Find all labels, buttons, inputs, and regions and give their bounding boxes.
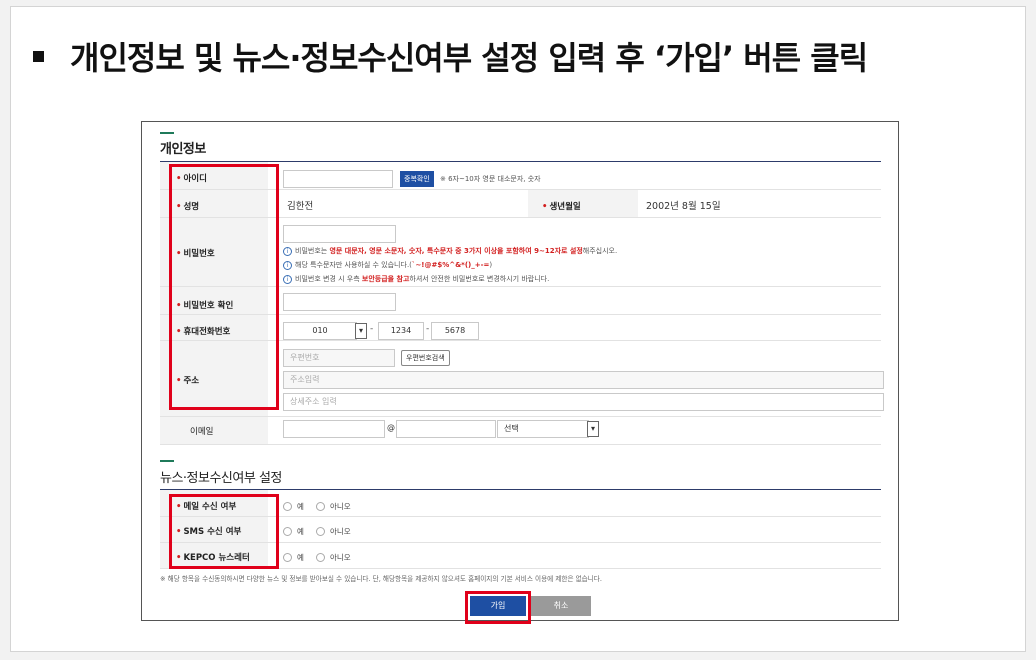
chevron-down-icon[interactable]: ▾ xyxy=(355,323,367,339)
radio-icon xyxy=(316,553,325,562)
phone-last-input[interactable]: 5678 xyxy=(431,322,479,340)
email-at: @ xyxy=(387,423,395,432)
email-domain-select[interactable]: 선택 xyxy=(497,420,589,438)
personal-section-title: 개인정보 xyxy=(160,142,206,157)
news-section-title: 뉴스·정보수신여부 설정 xyxy=(160,471,282,486)
cancel-button[interactable]: 취소 xyxy=(531,596,591,616)
info-icon: i xyxy=(283,246,292,256)
section-divider xyxy=(160,161,881,162)
zipcode-input[interactable]: 우편번호 xyxy=(283,349,395,367)
address-detail-input[interactable]: 상세주소 입력 xyxy=(283,393,884,411)
newsletter-no-radio[interactable]: 아니오 xyxy=(316,552,351,563)
id-hint: ※ 6자~10자 영문 대소문자, 숫자 xyxy=(440,175,541,183)
highlight-news-fields xyxy=(169,494,279,569)
slide: 개인정보 및 뉴스·정보수신여부 설정 입력 후 ‘가입’ 버튼 클릭 개인정보… xyxy=(10,6,1026,652)
password-note-2: i 해당 특수문자만 사용하실 수 있습니다.(`~!@#$%^&*()_+-=) xyxy=(283,260,492,270)
zipcode-search-button[interactable]: 우편번호검색 xyxy=(401,350,450,366)
password-input[interactable] xyxy=(283,225,396,243)
highlight-submit-button xyxy=(465,591,531,624)
radio-icon xyxy=(283,502,292,511)
id-input[interactable] xyxy=(283,170,393,188)
info-icon: i xyxy=(283,260,292,270)
password-note-1: i 비밀번호는 영문 대문자, 영문 소문자, 숫자, 특수문자 중 3가지 이상… xyxy=(283,246,617,256)
email-id-input[interactable] xyxy=(283,420,385,438)
section-accent-bar xyxy=(160,132,174,134)
name-value: 김한전 xyxy=(287,201,314,212)
info-icon: i xyxy=(283,274,292,284)
birth-value: 2002년 8월 15일 xyxy=(646,201,721,212)
highlight-required-fields xyxy=(169,164,279,410)
radio-icon xyxy=(316,527,325,536)
sms-no-radio[interactable]: 아니오 xyxy=(316,526,351,537)
email-label: 이메일 xyxy=(190,427,214,437)
address-input[interactable]: 주소입력 xyxy=(283,371,884,389)
phone-middle-input[interactable]: 1234 xyxy=(378,322,424,340)
mail-yes-radio[interactable]: 예 xyxy=(283,501,304,512)
phone-first-select[interactable]: 010 xyxy=(283,322,357,340)
password-confirm-input[interactable] xyxy=(283,293,396,311)
mail-no-radio[interactable]: 아니오 xyxy=(316,501,351,512)
sms-yes-radio[interactable]: 예 xyxy=(283,526,304,537)
newsletter-yes-radio[interactable]: 예 xyxy=(283,552,304,563)
chevron-down-icon[interactable]: ▾ xyxy=(587,421,599,437)
radio-icon xyxy=(316,502,325,511)
birth-label: • 생년월일 xyxy=(542,202,581,212)
signup-form-screenshot: 개인정보 • 아이디 중복확인 ※ 6자~10자 영문 대소문자, 숫자 • 성명 … xyxy=(141,121,899,624)
email-domain-input[interactable] xyxy=(396,420,496,438)
radio-icon xyxy=(283,553,292,562)
id-duplicate-check-button[interactable]: 중복확인 xyxy=(400,171,434,187)
slide-title-text: 개인정보 및 뉴스·정보수신여부 설정 입력 후 ‘가입’ 버튼 클릭 xyxy=(70,39,868,77)
bullet-icon xyxy=(33,50,44,62)
news-footnote: ※ 해당 항목을 수신동의하시면 다양한 뉴스 및 정보를 받아보실 수 있습니… xyxy=(160,575,602,583)
slide-title: 개인정보 및 뉴스·정보수신여부 설정 입력 후 ‘가입’ 버튼 클릭 xyxy=(33,33,868,79)
password-note-3: i 비밀번호 변경 시 우측 보안등급을 참고하셔서 안전한 비밀번호로 변경하시… xyxy=(283,274,549,284)
section-accent-bar xyxy=(160,460,174,462)
radio-icon xyxy=(283,527,292,536)
section-divider xyxy=(160,489,881,490)
